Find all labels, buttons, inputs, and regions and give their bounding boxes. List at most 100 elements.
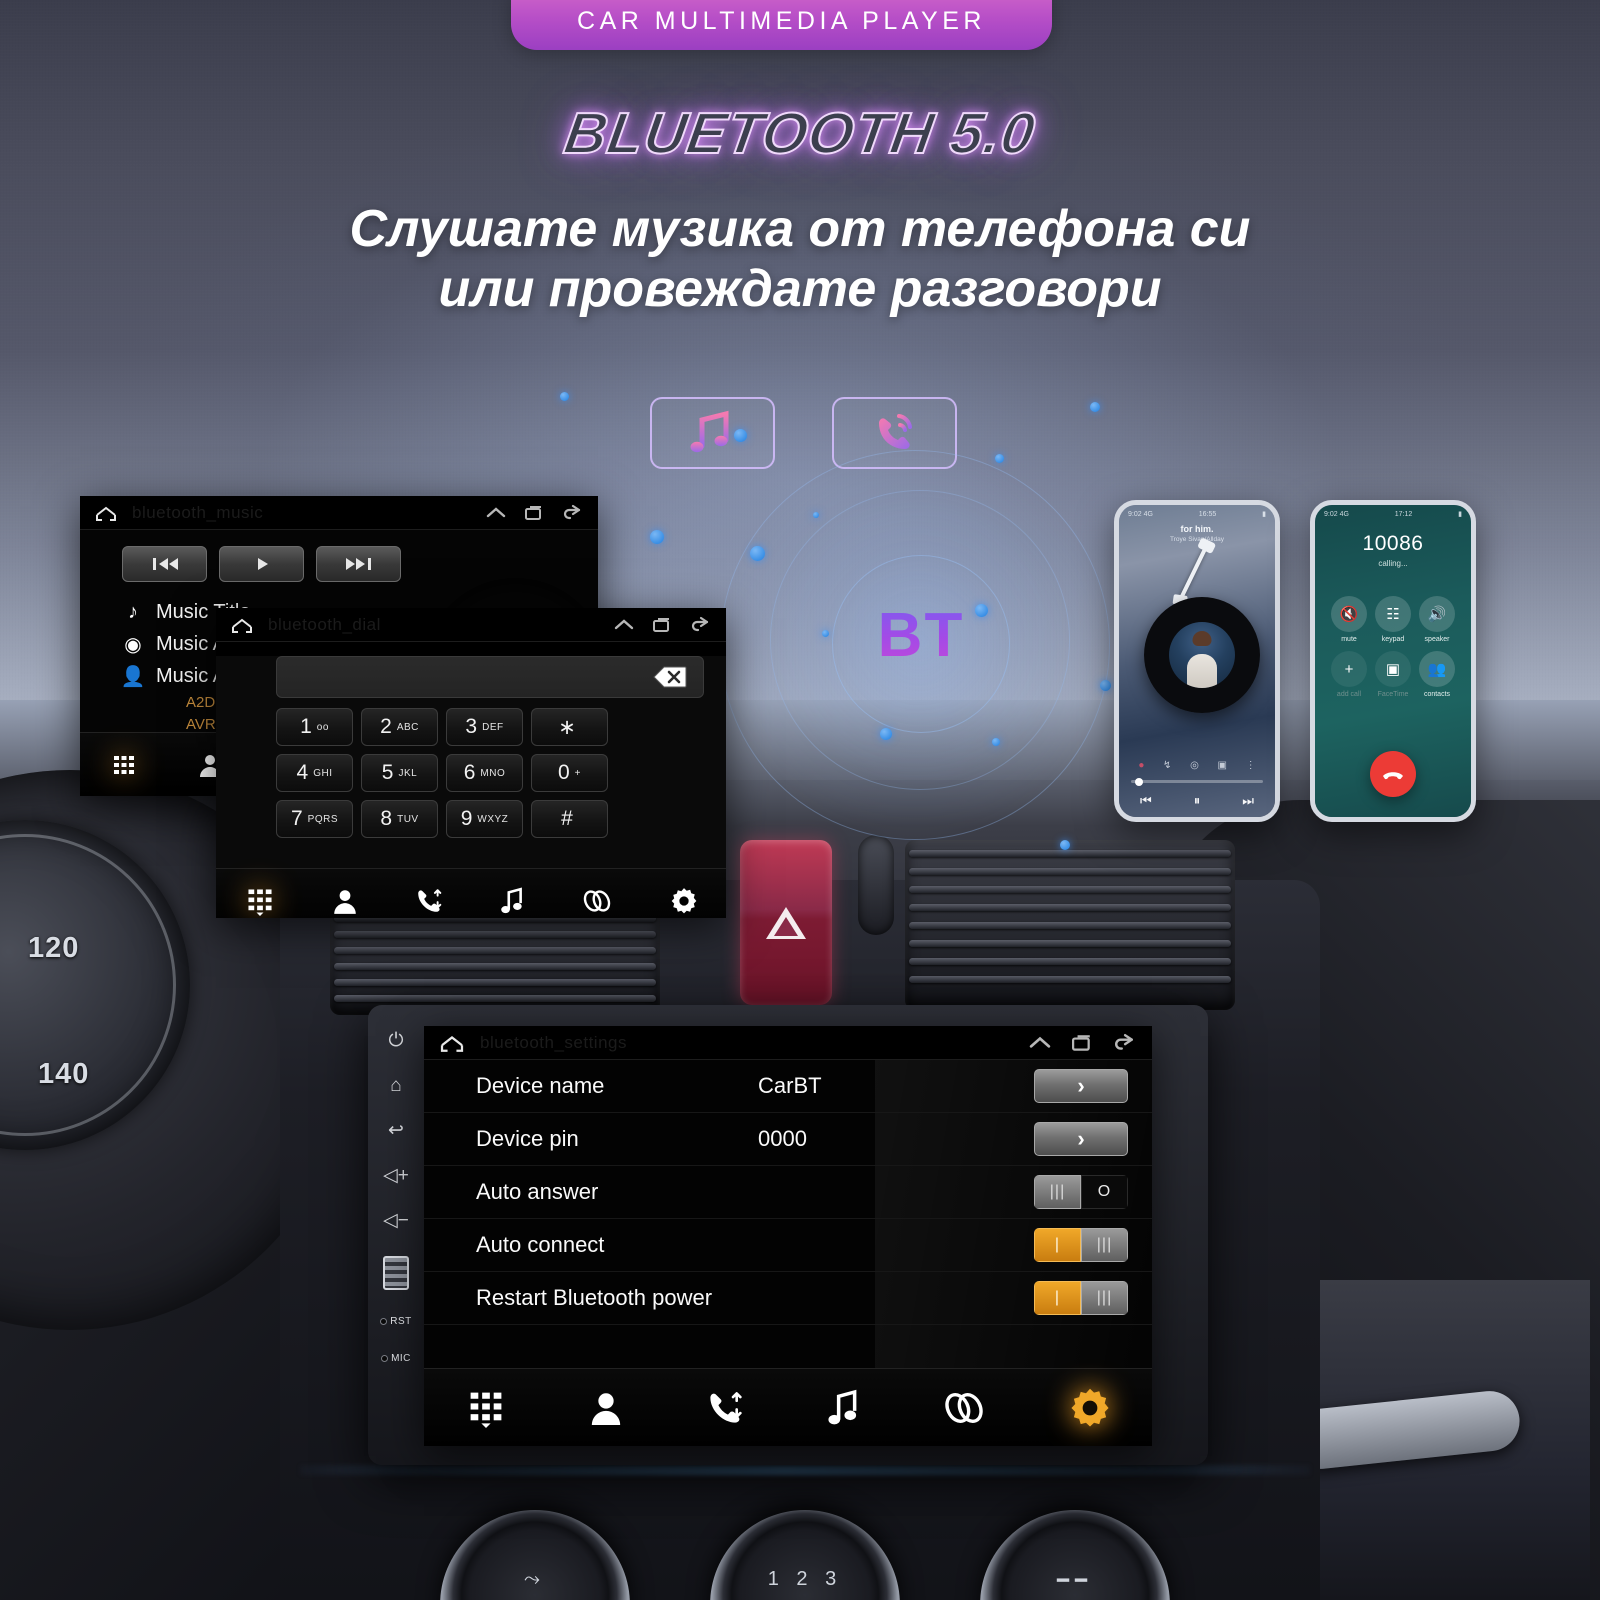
setting-row-restart-bt-power[interactable]: Restart Bluetooth power | ||| [424, 1272, 1152, 1325]
prev-icon[interactable]: ⏮ [1140, 793, 1152, 809]
key-8[interactable]: 8 TUV [361, 800, 438, 838]
key-hash[interactable]: # [531, 800, 608, 838]
toggle-left[interactable]: ||| [1034, 1175, 1081, 1209]
keypad-icon [113, 755, 134, 774]
call-key-add-call[interactable]: + add call [1329, 651, 1369, 698]
call-key-contacts[interactable]: 👥 contacts [1417, 651, 1457, 698]
toggle-right[interactable]: ||| [1081, 1228, 1128, 1262]
next-icon[interactable]: ⏭ [1242, 793, 1254, 809]
key-9[interactable]: 9 WXYZ [446, 800, 523, 838]
recents-icon[interactable] [522, 504, 546, 522]
restart-bt-power-toggle[interactable]: | ||| [1034, 1281, 1128, 1315]
console-knob[interactable] [858, 835, 894, 935]
call-key-facetime[interactable]: ▣ FaceTime [1373, 651, 1413, 698]
power-key[interactable]: ⏻ [388, 1031, 403, 1050]
status-battery-icon: ▮ [1458, 511, 1462, 518]
setting-row-auto-answer[interactable]: Auto answer ||| O [424, 1166, 1152, 1219]
nav-music[interactable] [827, 1389, 859, 1427]
recents-icon[interactable] [1068, 1033, 1096, 1053]
key-star[interactable]: ∗ [531, 708, 608, 746]
nav-call-history[interactable] [415, 887, 443, 915]
back-key[interactable]: ↩ [388, 1121, 404, 1140]
nav-call-history[interactable] [706, 1389, 744, 1427]
chevron-right-button[interactable]: › [1034, 1069, 1128, 1103]
dial-keypad[interactable]: 1 oo 2 ABC 3 DEF ∗ 4 GHI 5 JKL 6 MNO 0 + 7 PQRS … [276, 708, 726, 838]
toggle-right[interactable]: ||| [1081, 1281, 1128, 1315]
home-icon[interactable] [438, 1033, 466, 1053]
call-key-mute[interactable]: 🔇 mute [1329, 596, 1369, 643]
settings-navbar[interactable] [424, 1368, 1152, 1446]
key-0[interactable]: 0 + [531, 754, 608, 792]
toggle-left[interactable]: | [1034, 1281, 1081, 1315]
setting-row-device-pin[interactable]: Device pin 0000 › [424, 1113, 1152, 1166]
hangup-button[interactable] [1370, 751, 1416, 797]
bluetooth-version-title: BLUETOOTH 5.0 [559, 100, 1041, 167]
reset-hole[interactable]: RST [380, 1316, 412, 1327]
nav-pair[interactable] [581, 889, 613, 913]
nav-contacts[interactable] [332, 887, 358, 915]
collapse-icon[interactable] [1026, 1033, 1054, 1053]
bluetooth-settings-panel[interactable]: bluetooth_settings Device name CarBT › D… [424, 1026, 1152, 1446]
phone-track-artist: Troye Sivan/Allday [1170, 536, 1224, 543]
call-key-speaker[interactable]: 🔊 speaker [1417, 596, 1457, 643]
backspace-icon[interactable] [653, 666, 687, 693]
home-icon[interactable] [230, 616, 254, 634]
back-icon[interactable] [1110, 1033, 1138, 1053]
key-3[interactable]: 3 DEF [446, 708, 523, 746]
recents-icon[interactable] [650, 616, 674, 634]
call-key-keypad[interactable]: ☷ keypad [1373, 596, 1413, 643]
home-icon[interactable] [94, 504, 118, 522]
head-unit-side-keys[interactable]: ⏻ ⌂ ↩ ◁+ ◁− RST MIC [368, 1005, 424, 1465]
key-2[interactable]: 2 ABC [361, 708, 438, 746]
prev-icon [152, 558, 178, 570]
seek-bar[interactable] [1131, 777, 1263, 786]
back-icon[interactable] [560, 504, 584, 522]
volume-down-key[interactable]: ◁− [383, 1211, 409, 1230]
home-key[interactable]: ⌂ [390, 1076, 401, 1095]
key-4[interactable]: 4 GHI [276, 754, 353, 792]
more-icon[interactable]: ⋮ [1246, 760, 1256, 771]
pause-icon[interactable]: ⏸ [1194, 793, 1201, 809]
download-icon[interactable]: ↯ [1163, 760, 1171, 771]
nav-keypad[interactable] [111, 752, 137, 778]
volume-up-key[interactable]: ◁+ [383, 1166, 409, 1185]
nav-keypad[interactable] [466, 1388, 506, 1428]
comment-icon[interactable]: ◎ [1190, 760, 1199, 771]
dialer-navbar[interactable] [216, 868, 726, 918]
phone-music-player[interactable]: 9:02 4G 16:55 ▮ for him. Troye Sivan/All… [1114, 500, 1280, 822]
phone-call-screen[interactable]: 9:02 4G 17:12 ▮ 10086 calling... 🔇 mute … [1310, 500, 1476, 822]
dial-number-input[interactable] [276, 656, 704, 698]
setting-row-auto-connect[interactable]: Auto connect | ||| [424, 1219, 1152, 1272]
toggle-left[interactable]: | [1034, 1228, 1081, 1262]
favorite-icon[interactable]: ● [1138, 760, 1144, 771]
phone-transport-controls[interactable]: ⏮ ⏸ ⏭ [1119, 793, 1275, 809]
auto-connect-toggle[interactable]: | ||| [1034, 1228, 1128, 1262]
key-1[interactable]: 1 oo [276, 708, 353, 746]
collapse-icon[interactable] [484, 504, 508, 522]
hazard-button[interactable] [740, 840, 832, 1005]
chevron-right-button[interactable]: › [1034, 1122, 1128, 1156]
next-button[interactable] [316, 546, 401, 582]
nav-contacts[interactable] [589, 1389, 623, 1427]
phone-music-action-row[interactable]: ● ↯ ◎ ▣ ⋮ [1119, 760, 1275, 771]
key-5[interactable]: 5 JKL [361, 754, 438, 792]
back-icon[interactable] [688, 616, 712, 634]
usb-port[interactable] [383, 1256, 409, 1290]
keypad-icon: ☷ [1375, 596, 1411, 632]
play-button[interactable] [219, 546, 304, 582]
nav-settings[interactable] [1069, 1387, 1111, 1429]
share-icon[interactable]: ▣ [1218, 760, 1227, 771]
nav-music[interactable] [500, 886, 524, 915]
key-6[interactable]: 6 MNO [446, 754, 523, 792]
toggle-right[interactable]: O [1081, 1175, 1128, 1209]
prev-button[interactable] [122, 546, 207, 582]
nav-pair[interactable] [942, 1391, 986, 1425]
setting-row-device-name[interactable]: Device name CarBT › [424, 1060, 1152, 1113]
key-7[interactable]: 7 PQRS [276, 800, 353, 838]
auto-answer-toggle[interactable]: ||| O [1034, 1175, 1128, 1209]
call-action-grid[interactable]: 🔇 mute ☷ keypad 🔊 speaker + add call ▣ F… [1329, 596, 1457, 698]
nav-keypad[interactable] [245, 886, 275, 916]
collapse-icon[interactable] [612, 616, 636, 634]
bluetooth-dial-panel[interactable]: bluetooth_dial 1oo 2ABC 3DEF ∗ 4GHI [216, 608, 726, 918]
nav-settings[interactable] [670, 887, 698, 915]
